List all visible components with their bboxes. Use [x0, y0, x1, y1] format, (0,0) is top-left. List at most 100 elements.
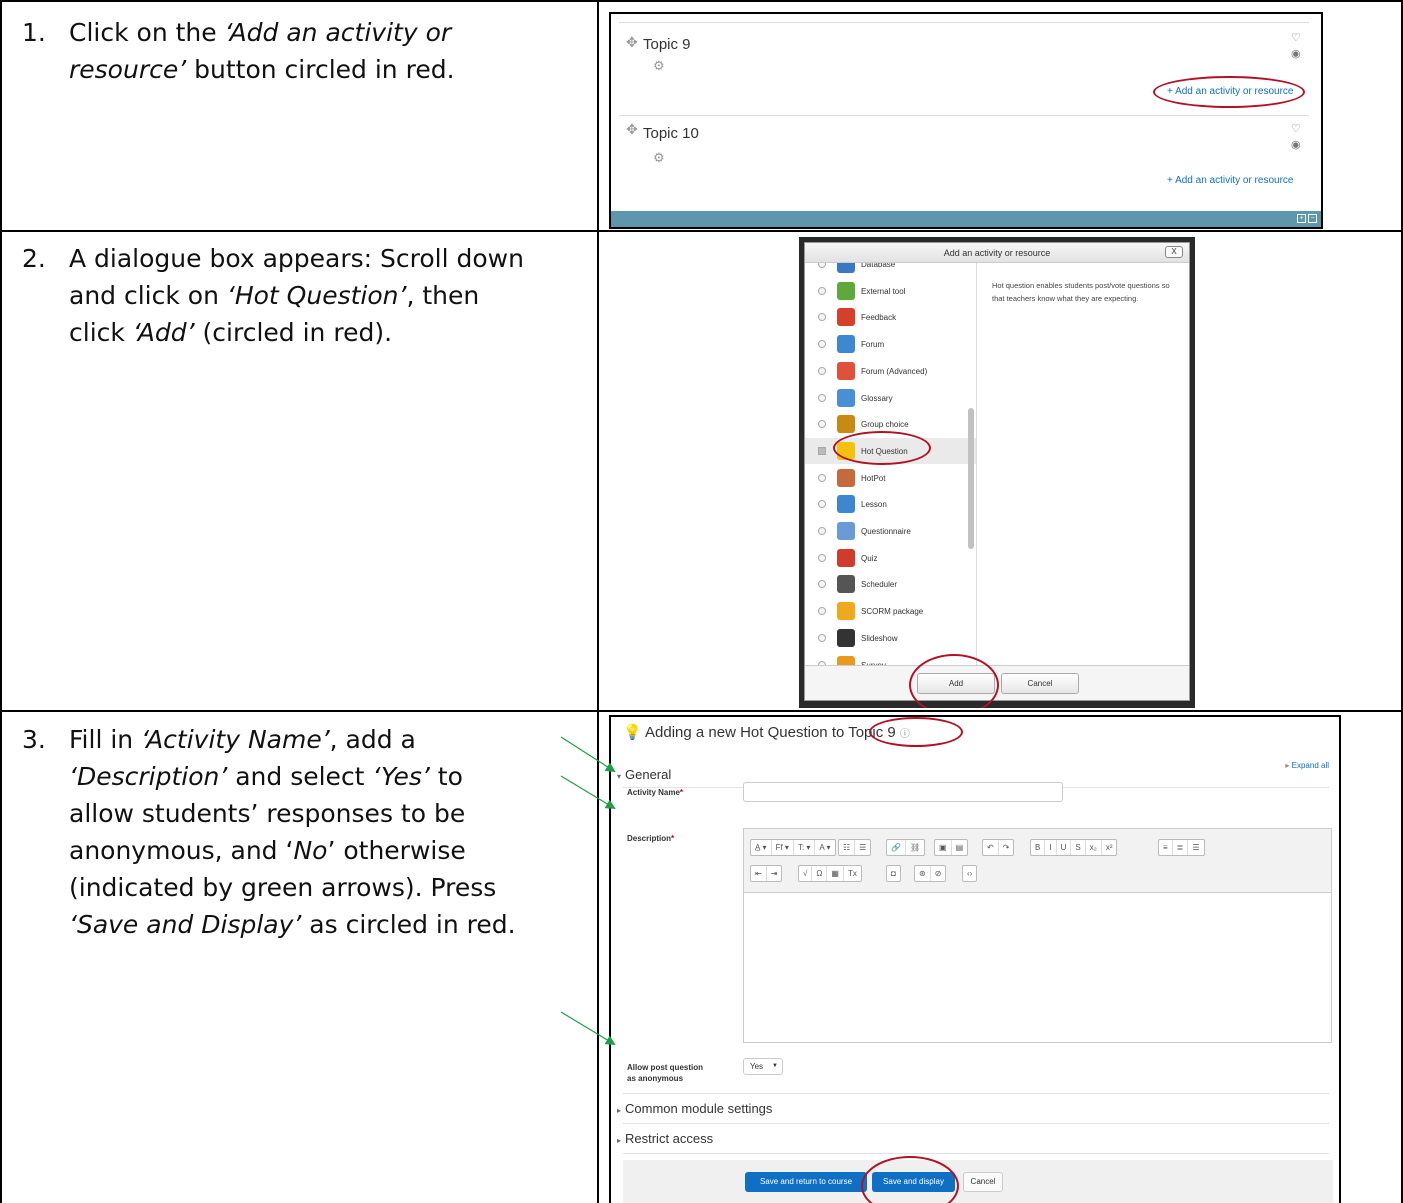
cancel-button[interactable]: Cancel	[963, 1172, 1003, 1192]
module-option[interactable]: Lesson	[805, 491, 976, 517]
toolbar-button[interactable]: ☰	[855, 840, 870, 855]
toolbar-button[interactable]: A ▾	[815, 840, 834, 855]
anonymous-select[interactable]: Yes ▼	[743, 1058, 783, 1075]
toolbar-button[interactable]: √	[799, 866, 813, 881]
section-divider	[623, 1123, 1329, 1124]
activity-name-input[interactable]	[743, 782, 1063, 802]
module-option[interactable]: SCORM package	[805, 598, 976, 624]
toolbar-button[interactable]: ↶	[983, 840, 999, 855]
move-icon[interactable]: ✥	[626, 34, 638, 51]
toolbar-button[interactable]: ☷	[839, 840, 856, 855]
radio-button[interactable]	[818, 446, 826, 455]
radio-button[interactable]	[818, 340, 826, 349]
section-common-module-settings[interactable]: ▸ Common module settings	[617, 1101, 772, 1116]
gear-icon[interactable]: ⚙	[653, 58, 665, 74]
module-icon	[837, 495, 855, 514]
toolbar-button[interactable]: ⇥	[767, 866, 782, 881]
text-run: (circled in red).	[194, 318, 393, 347]
highlight-icon[interactable]: ♡	[1291, 31, 1301, 44]
toolbar-button[interactable]: ≡	[1159, 840, 1173, 855]
radio-button[interactable]	[818, 473, 826, 482]
chevron-down-icon: ▼	[772, 1063, 778, 1069]
toolbar-button[interactable]: ▦	[827, 866, 844, 881]
collapse-icon[interactable]: −	[1308, 214, 1317, 223]
toolbar-button[interactable]: Ω	[812, 866, 828, 881]
module-option[interactable]: External tool	[805, 278, 976, 304]
eye-icon[interactable]: ◉	[1291, 47, 1301, 60]
radio-button[interactable]	[818, 313, 826, 322]
eye-icon[interactable]: ◉	[1291, 138, 1301, 151]
text-run: , add a	[329, 725, 416, 754]
module-option[interactable]: Questionnaire	[805, 518, 976, 544]
module-option[interactable]: HotPot	[805, 465, 976, 491]
module-option[interactable]: Forum	[805, 331, 976, 357]
radio-button[interactable]	[818, 553, 826, 562]
toolbar-button[interactable]: I	[1045, 840, 1057, 855]
toolbar-button[interactable]: U	[1057, 840, 1072, 855]
scrollbar-thumb[interactable]	[968, 408, 974, 549]
toolbar-button[interactable]: ▣	[935, 840, 952, 855]
toolbar-button[interactable]: S	[1071, 840, 1086, 855]
toolbar-button[interactable]: ⊘	[931, 866, 946, 881]
radio-button[interactable]	[818, 263, 826, 268]
move-icon[interactable]: ✥	[626, 121, 638, 138]
toolbar-button[interactable]: ≣	[1173, 840, 1189, 855]
radio-button[interactable]	[818, 527, 826, 535]
text-run: to	[429, 762, 463, 791]
expand-icon[interactable]: +	[1297, 214, 1306, 223]
radio-button[interactable]	[818, 607, 826, 616]
module-option[interactable]: Database	[805, 263, 976, 277]
module-option[interactable]: Glossary	[805, 385, 976, 411]
toolbar-button[interactable]: 🔗	[887, 840, 906, 855]
toolbar-button[interactable]: ☰	[1188, 840, 1203, 855]
radio-button[interactable]	[818, 420, 826, 429]
radio-button[interactable]	[818, 633, 826, 642]
module-option[interactable]: Quiz	[805, 545, 976, 571]
required-marker: *	[679, 788, 684, 797]
toolbar-button[interactable]: Tx	[844, 866, 861, 881]
close-icon[interactable]: X	[1165, 246, 1183, 258]
toolbar-button[interactable]: x²	[1102, 840, 1117, 855]
section-divider	[623, 1093, 1329, 1094]
emphasized-text: ‘Activity Name’	[141, 725, 330, 754]
toolbar-button[interactable]: ↷	[999, 840, 1014, 855]
section-restrict-access[interactable]: ▸ Restrict access	[617, 1131, 713, 1146]
toolbar-button[interactable]: A̲ ▾	[751, 840, 772, 855]
radio-button[interactable]	[818, 393, 826, 402]
radio-button[interactable]	[818, 366, 826, 375]
toolbar-button-group: ☷ ☰	[838, 839, 872, 856]
toolbar-button-group: ◘	[886, 865, 901, 882]
expand-all-link[interactable]: ▸ Expand all	[1285, 761, 1329, 770]
toolbar-button[interactable]: ⇤	[751, 866, 767, 881]
highlight-icon[interactable]: ♡	[1291, 122, 1301, 135]
topic-title: Topic 10	[643, 125, 699, 142]
editor-content-area[interactable]	[744, 893, 1331, 1043]
radio-button[interactable]	[818, 286, 826, 295]
toolbar-button[interactable]: ▤	[952, 840, 968, 855]
save-and-return-button[interactable]: Save and return to course	[745, 1172, 867, 1192]
gear-icon[interactable]: ⚙	[653, 150, 665, 166]
text-run: , then	[406, 281, 480, 310]
radio-button[interactable]	[818, 580, 826, 589]
description-editor[interactable]: A̲ ▾ Ff ▾ T: ▾ A ▾ ☷ ☰ 🔗 ⛓ ▣ ▤ ↶ ↷ B I U Sx₂ x² ≡ ≣ ☰ ⇤ ⇥ √ Ω ▦ T…	[743, 828, 1332, 1043]
toolbar-button[interactable]: ⊛	[915, 866, 931, 881]
toolbar-button[interactable]: Ff ▾	[772, 840, 794, 855]
cancel-button[interactable]: Cancel	[1001, 673, 1079, 694]
toolbar-button[interactable]: ◘	[887, 866, 900, 881]
module-option[interactable]: Forum (Advanced)	[805, 358, 976, 384]
add-activity-link[interactable]: + Add an activity or resource	[1167, 175, 1293, 186]
module-option[interactable]: Feedback	[805, 304, 976, 330]
text-run: (indicated by green arrows). Press	[69, 873, 497, 902]
toolbar-button[interactable]: x₂	[1086, 840, 1102, 855]
section-general[interactable]: ▾ General	[617, 767, 671, 782]
toolbar-button[interactable]: B	[1031, 840, 1046, 855]
toolbar-button[interactable]: T: ▾	[794, 840, 816, 855]
radio-button[interactable]	[818, 500, 826, 509]
module-option[interactable]: Scheduler	[805, 571, 976, 597]
module-label: Group choice	[861, 420, 909, 430]
toolbar-button[interactable]: ⛓	[906, 840, 924, 855]
module-label: External tool	[861, 286, 906, 296]
module-option[interactable]: Slideshow	[805, 625, 976, 651]
step-text-line: Click on the ‘Add an activity or	[69, 14, 455, 51]
toolbar-button[interactable]: ‹›	[963, 866, 976, 881]
